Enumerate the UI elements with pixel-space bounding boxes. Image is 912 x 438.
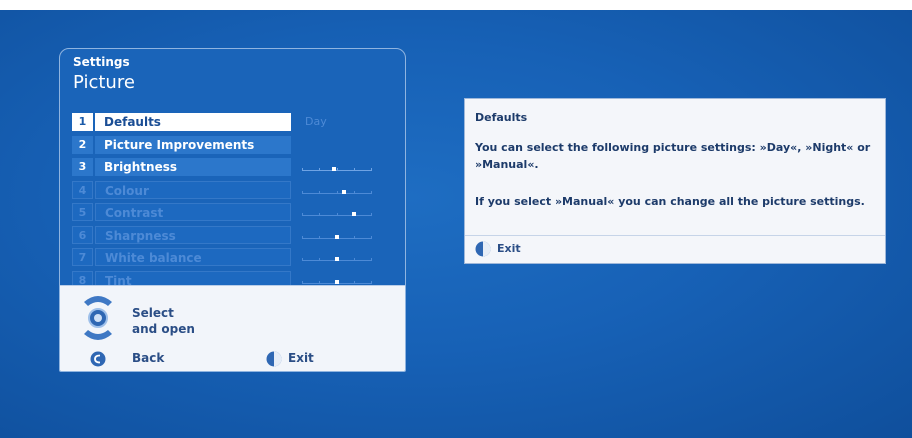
slider-tick [371,168,372,171]
slider-tick [319,258,320,261]
slider-tick [337,168,338,171]
item-label: Brightness [95,158,291,176]
slider-knob [342,189,346,194]
menu-item-picture-improvements[interactable]: 2 Picture Improvements [72,134,390,157]
item-value: Day [305,115,327,128]
slider-tick [302,168,303,171]
slider-tick [302,280,303,284]
slider-tick [371,190,372,194]
info-exit-label[interactable]: Exit [497,242,521,255]
menu-items: 1 Defaults Day 2 Picture Improvements 3 … [72,111,390,291]
item-number: 6 [72,225,93,244]
slider-tick [354,258,355,261]
back-label[interactable]: Back [132,351,164,365]
info-paragraph-1: You can select the following picture set… [475,141,871,171]
exit-icon[interactable] [475,241,491,257]
back-button-icon[interactable] [90,351,106,367]
slider-tick [319,168,320,171]
nav-pad-icon[interactable] [78,292,118,344]
slider-tick [354,168,355,171]
tint-slider [302,275,372,285]
menu-item-brightness[interactable]: 3 Brightness [72,156,390,179]
slider-tick [302,190,303,194]
item-label: Colour [95,180,291,199]
slider-tick [319,280,320,284]
sharpness-slider [302,230,372,240]
slider-tick [337,213,338,216]
slider-knob[interactable] [332,167,336,171]
slider-tick [354,235,355,239]
slider-knob [335,234,339,239]
slider-tick [371,258,372,261]
select-hint: Select [132,306,174,320]
item-number: 3 [72,158,93,176]
menu-item-sharpness: 6 Sharpness [72,224,390,247]
slider-tick [302,258,303,261]
slider-tick [371,235,372,239]
menu-footer: Select and open Back Exit [60,285,405,371]
item-label: Sharpness [95,225,291,244]
open-hint: and open [132,322,195,336]
slider-tick [371,280,372,284]
item-label: Picture Improvements [95,135,291,154]
slider-tick [354,280,355,284]
slider-tick [354,190,355,194]
settings-menu-panel: Settings Picture 1 Defaults Day 2 Pictur… [59,48,406,372]
page-title: Picture [73,72,135,93]
item-label: Contrast [95,203,291,221]
slider-tick [302,235,303,239]
item-label: White balance [95,248,291,266]
slider-tick [319,190,320,194]
contrast-slider [302,207,372,217]
info-title: Defaults [475,111,528,124]
menu-item-white-balance: 7 White balance [72,246,390,269]
menu-item-defaults[interactable]: 1 Defaults Day [72,111,390,134]
item-number: 7 [72,248,93,266]
slider-knob [335,279,339,284]
slider-tick [302,213,303,216]
white-balance-slider [302,252,372,262]
menu-item-contrast: 5 Contrast [72,201,390,224]
divider [465,235,885,236]
exit-label[interactable]: Exit [288,351,314,365]
menu-header: Settings Picture [60,49,405,97]
menu-item-colour: 4 Colour [72,179,390,202]
item-number: 4 [72,180,93,199]
breadcrumb: Settings [73,55,130,69]
item-number: 1 [72,113,93,131]
brightness-slider[interactable] [302,162,372,172]
item-label: Defaults [95,113,291,131]
colour-slider [302,185,372,195]
item-number: 2 [72,135,93,154]
slider-tick [337,190,338,194]
top-strip [0,0,912,10]
info-paragraph-2: If you select »Manual« you can change al… [475,195,865,208]
item-number: 5 [72,203,93,221]
info-panel: Defaults You can select the following pi… [464,98,886,264]
slider-knob [335,257,339,261]
slider-tick [371,213,372,216]
slider-tick [319,235,320,239]
slider-tick [319,213,320,216]
slider-knob [352,212,356,216]
exit-button-icon[interactable] [266,351,282,367]
